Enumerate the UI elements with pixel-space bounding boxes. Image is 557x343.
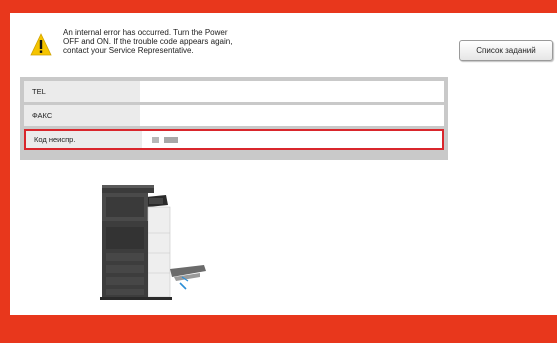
error-message: An internal error has occurred. Turn the… bbox=[63, 28, 323, 55]
redacted-code-part bbox=[152, 136, 159, 143]
tel-value bbox=[140, 81, 444, 102]
contact-info-box: TEL ФАКС Код неиспр. bbox=[20, 77, 448, 160]
fax-row: ФАКС bbox=[24, 105, 444, 126]
job-list-button[interactable]: Список заданий bbox=[459, 40, 553, 61]
error-message-line: contact your Service Representative. bbox=[63, 46, 194, 55]
trouble-code-value bbox=[142, 131, 442, 148]
fax-value bbox=[140, 105, 444, 126]
error-message-line: OFF and ON. If the trouble code appears … bbox=[63, 37, 233, 46]
warning-icon bbox=[30, 33, 52, 56]
bottom-status-bar bbox=[0, 315, 557, 343]
printer-illustration bbox=[100, 185, 206, 300]
redacted-code-part bbox=[164, 136, 178, 143]
error-message-line: An internal error has occurred. Turn the… bbox=[63, 28, 228, 37]
fax-label: ФАКС bbox=[32, 111, 53, 120]
tel-label: TEL bbox=[32, 87, 46, 96]
tel-row: TEL bbox=[24, 81, 444, 102]
trouble-code-row: Код неиспр. bbox=[24, 129, 444, 150]
trouble-code-label: Код неиспр. bbox=[34, 135, 76, 144]
